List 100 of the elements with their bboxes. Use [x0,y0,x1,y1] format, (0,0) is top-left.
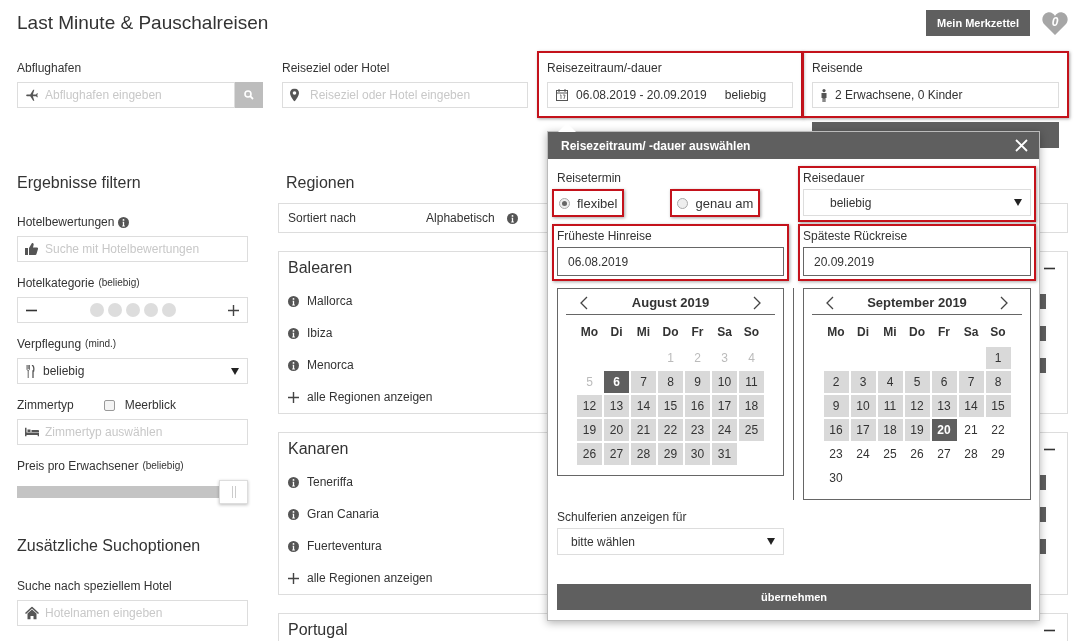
weekday-label: Sa [962,324,980,341]
calendar-day[interactable]: 23 [823,443,849,465]
field-label: Verpflegung (mind.) [17,337,118,351]
calendar-day[interactable]: 8 [985,371,1011,393]
calendar-day[interactable]: 28 [958,443,984,465]
calendar-day[interactable]: 6 [931,371,957,393]
calendar-day[interactable]: 2 [823,371,849,393]
calendar-day[interactable]: 17 [712,395,737,417]
info-icon [118,216,130,228]
chevron-right-icon [1000,295,1008,310]
calendar-day[interactable]: 21 [631,419,656,441]
calendar-day[interactable]: 29 [658,443,683,465]
airplane-icon [25,88,39,102]
radio-button[interactable] [677,197,689,209]
calendar-day[interactable]: 25 [877,443,903,465]
calendar-day[interactable]: 7 [958,371,984,393]
chevron-right-icon [753,295,761,310]
star-dot[interactable] [89,303,104,317]
checkbox-label[interactable]: Meerblick [124,398,177,412]
previous-month-icon[interactable] [826,295,834,310]
checkbox[interactable] [103,399,115,411]
calendar-day[interactable]: 30 [685,443,710,465]
star-dot[interactable] [143,303,158,317]
price-slider-handle[interactable] [219,480,248,504]
calendar-day[interactable]: 28 [631,443,656,465]
section-title: Zusätzliche Suchoptionen [17,537,202,555]
calendar-day[interactable]: 12 [577,395,602,417]
calendar-day[interactable]: 18 [739,395,764,417]
sort-value[interactable]: Alphabetisch [426,211,495,225]
holidays-select[interactable]: bitte wählen [557,528,784,555]
calendar-day[interactable]: 30 [823,467,849,489]
calendar-day[interactable]: 19 [577,419,602,441]
calendar-day[interactable]: 7 [631,371,656,393]
radio-button[interactable] [559,197,570,209]
sort-label: Sortiert nach [288,211,357,225]
apply-button[interactable]: übernehmen [557,584,1031,610]
calendar-day[interactable]: 23 [685,419,710,441]
calendar-day[interactable]: 10 [850,395,876,417]
next-month-icon[interactable] [753,295,761,310]
calendar-day[interactable]: 11 [877,395,903,417]
calendar-day[interactable]: 17 [850,419,876,441]
star-dot[interactable] [107,303,122,317]
star-dot[interactable] [161,303,176,317]
calendar-day[interactable]: 6 [604,371,629,393]
travellers-field[interactable]: 2 Erwachsene, 0 Kinder [812,82,1059,108]
earliest-date-field[interactable]: 06.08.2019 [557,247,784,276]
calendar-day[interactable]: 14 [631,395,656,417]
calendar-day[interactable]: 8 [658,371,683,393]
calendar-day[interactable]: 27 [931,443,957,465]
calendar-day[interactable]: 25 [739,419,764,441]
bed-icon [25,427,39,437]
latest-date-field[interactable]: 20.09.2019 [803,247,1031,276]
calendar-day[interactable]: 14 [958,395,984,417]
calendar-day[interactable]: 20 [604,419,629,441]
star-dot[interactable] [125,303,140,317]
calendar-day[interactable]: 20 [931,419,957,441]
close-icon-button[interactable] [1015,139,1028,152]
previous-month-icon[interactable] [580,295,588,310]
travel-dates-field[interactable]: 06.08.2019 - 20.09.2019 beliebig [547,82,793,108]
next-month-icon[interactable] [1000,295,1008,310]
plus-icon [288,572,299,584]
calendar-day[interactable]: 18 [877,419,903,441]
calendar-day[interactable]: 24 [850,443,876,465]
calendar-day[interactable]: 9 [685,371,710,393]
calendar-day[interactable]: 27 [604,443,629,465]
increase-icon[interactable] [228,304,239,316]
calendar-day[interactable]: 26 [577,443,602,465]
radio-label[interactable]: genau am [695,195,754,211]
watchlist-button[interactable]: Mein Merkzettel [926,9,1030,36]
calendar-day[interactable]: 12 [904,395,930,417]
calendar-day[interactable]: 3 [850,371,876,393]
calendar-day[interactable]: 9 [823,395,849,417]
calendar-day[interactable]: 15 [985,395,1011,417]
info-icon [288,508,299,520]
calendar-day[interactable]: 31 [712,443,737,465]
calendar-day[interactable]: 5 [904,371,930,393]
calendar-day[interactable]: 13 [931,395,957,417]
calendar-day[interactable]: 22 [985,419,1011,441]
radio-label[interactable]: flexibel [577,195,618,211]
calendar-day[interactable]: 19 [904,419,930,441]
calendar-day[interactable]: 1 [985,347,1011,369]
weekday-label: So [989,324,1007,341]
calendar-day[interactable]: 21 [958,419,984,441]
month-title: August 2019 [631,295,710,310]
calendar-day[interactable]: 29 [985,443,1011,465]
duration-select[interactable]: beliebig [803,189,1031,216]
calendar-day[interactable]: 15 [658,395,683,417]
search-icon [244,90,254,100]
board-select[interactable]: beliebig [17,358,248,384]
calendar-day[interactable]: 10 [712,371,737,393]
calendar-day[interactable]: 26 [904,443,930,465]
chevron-left-icon [580,295,588,310]
calendar-day[interactable]: 24 [712,419,737,441]
info-icon [288,540,299,552]
calendar-day[interactable]: 16 [823,419,849,441]
calendar-day[interactable]: 11 [739,371,764,393]
calendar-day[interactable]: 4 [877,371,903,393]
calendar-day[interactable]: 13 [604,395,629,417]
calendar-day[interactable]: 22 [658,419,683,441]
calendar-day[interactable]: 16 [685,395,710,417]
